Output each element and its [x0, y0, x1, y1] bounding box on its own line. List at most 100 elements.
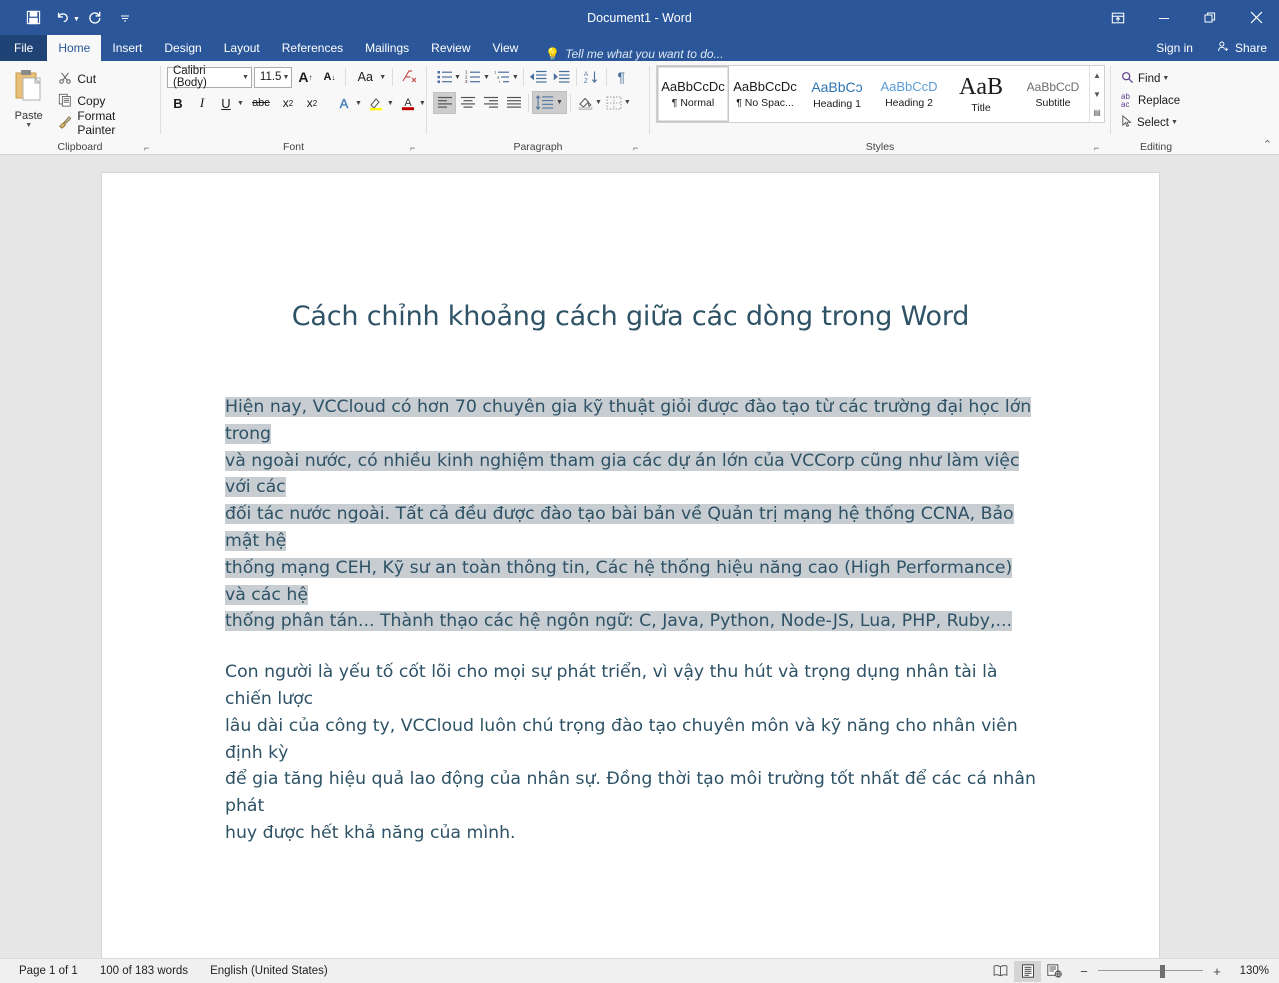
bold-icon[interactable]: B	[167, 92, 189, 114]
customize-qat-icon[interactable]	[110, 5, 140, 31]
find-dropdown-icon[interactable]: ▼	[1162, 75, 1169, 82]
styles-scroll-down-icon[interactable]: ▼	[1090, 86, 1104, 103]
text-effects-icon[interactable]: A	[333, 92, 355, 114]
restore-icon[interactable]	[1187, 0, 1233, 35]
read-mode-icon[interactable]	[987, 961, 1014, 982]
minimize-icon[interactable]	[1141, 0, 1187, 35]
justify-icon[interactable]	[502, 92, 525, 114]
collapse-ribbon-icon[interactable]: ⌃	[1263, 138, 1272, 151]
tab-mailings[interactable]: Mailings	[354, 35, 420, 61]
save-icon[interactable]	[18, 5, 48, 31]
language-status[interactable]: English (United States)	[199, 965, 339, 977]
style-no-spacing[interactable]: AaBbCcDc ¶ No Spac...	[729, 66, 801, 122]
print-layout-icon[interactable]	[1014, 960, 1041, 982]
show-formatting-marks-icon[interactable]: ¶	[610, 66, 633, 88]
tab-file[interactable]: File	[0, 35, 48, 61]
styles-more-icon[interactable]: ▤	[1090, 104, 1104, 121]
select-dropdown-icon[interactable]: ▼	[1171, 119, 1178, 126]
word-count-status[interactable]: 100 of 183 words	[89, 965, 199, 977]
text-effects-dropdown-icon[interactable]: ▼	[355, 100, 362, 107]
page-number-status[interactable]: Page 1 of 1	[8, 965, 89, 977]
document-area[interactable]: Cách chỉnh khoảng cách giữa các dòng tro…	[0, 155, 1279, 958]
decrease-indent-icon[interactable]	[527, 66, 550, 88]
clear-formatting-icon[interactable]	[398, 66, 420, 88]
cut-button[interactable]: Cut	[55, 69, 154, 89]
zoom-out-button[interactable]: −	[1078, 964, 1090, 979]
redo-icon[interactable]	[80, 5, 110, 31]
numbering-icon[interactable]: 1 2 3	[462, 66, 485, 88]
format-painter-button[interactable]: Format Painter	[55, 109, 154, 137]
find-button[interactable]: Find ▼	[1121, 68, 1180, 89]
increase-indent-icon[interactable]	[550, 66, 573, 88]
borders-icon[interactable]	[603, 92, 626, 114]
font-color-dropdown-icon[interactable]: ▼	[419, 100, 426, 107]
share-button[interactable]: Share	[1204, 35, 1279, 61]
styles-scroll-up-icon[interactable]: ▲	[1090, 67, 1104, 84]
select-button[interactable]: Select ▼	[1121, 112, 1180, 133]
line-and-paragraph-spacing-icon[interactable]: ▼	[532, 91, 567, 114]
grow-font-icon[interactable]: A ↑	[294, 66, 316, 88]
underline-icon[interactable]: U	[215, 92, 237, 114]
superscript-icon[interactable]: x2	[301, 92, 323, 114]
clipboard-dialog-launcher[interactable]: ⌐	[144, 142, 156, 154]
style-heading-2[interactable]: AaBbCcD Heading 2	[873, 66, 945, 122]
tab-review[interactable]: Review	[420, 35, 481, 61]
font-size-combobox[interactable]: 11.5 ▼	[253, 66, 293, 88]
zoom-slider[interactable]	[1098, 964, 1203, 978]
style-title[interactable]: AaB Title	[945, 66, 1017, 122]
multilevel-list-icon[interactable]: 1 a i	[491, 66, 514, 88]
line-spacing-dropdown-icon[interactable]: ▼	[556, 99, 563, 106]
tab-insert[interactable]: Insert	[101, 35, 153, 61]
paragraph-dialog-launcher[interactable]: ⌐	[633, 142, 645, 154]
shading-icon[interactable]	[574, 92, 597, 114]
font-name-combobox[interactable]: Calibri (Body) ▼	[167, 65, 252, 89]
numbering-dropdown-icon[interactable]: ▼	[483, 74, 490, 81]
subscript-icon[interactable]: x2	[277, 92, 299, 114]
ribbon-display-options-icon[interactable]	[1095, 0, 1141, 35]
paragraph-1[interactable]: Hiện nay, VCCloud có hơn 70 chuyên gia k…	[225, 394, 1036, 635]
align-right-icon[interactable]	[479, 92, 502, 114]
zoom-slider-thumb[interactable]	[1160, 965, 1165, 978]
style-subtitle[interactable]: AaBbCcD Subtitle	[1017, 66, 1089, 122]
italic-icon[interactable]: I	[191, 92, 213, 114]
highlight-dropdown-icon[interactable]: ▼	[387, 100, 394, 107]
web-layout-icon[interactable]	[1041, 961, 1068, 982]
tab-layout[interactable]: Layout	[213, 35, 271, 61]
align-center-icon[interactable]	[456, 92, 479, 114]
bullets-dropdown-icon[interactable]: ▼	[454, 74, 461, 81]
strikethrough-icon[interactable]: abc	[247, 92, 275, 114]
tab-references[interactable]: References	[271, 35, 354, 61]
tab-view[interactable]: View	[482, 35, 530, 61]
underline-dropdown-icon[interactable]: ▼	[237, 100, 244, 107]
chevron-down-icon[interactable]: ▼	[242, 74, 249, 81]
styles-dialog-launcher[interactable]: ⌐	[1094, 142, 1106, 154]
tab-home[interactable]: Home	[47, 35, 102, 61]
sign-in-button[interactable]: Sign in	[1144, 41, 1205, 55]
document-page[interactable]: Cách chỉnh khoảng cách giữa các dòng tro…	[101, 172, 1160, 958]
paste-button[interactable]: Paste ▼	[6, 66, 51, 129]
chevron-down-icon[interactable]: ▼	[283, 74, 290, 81]
style-normal[interactable]: AaBbCcDc ¶ Normal	[657, 66, 729, 122]
paragraph-2[interactable]: Con người là yếu tố cốt lõi cho mọi sự p…	[225, 659, 1036, 847]
shading-dropdown-icon[interactable]: ▼	[595, 99, 602, 106]
tab-design[interactable]: Design	[153, 35, 212, 61]
text-highlight-color-icon[interactable]	[365, 92, 387, 114]
tell-me-search[interactable]: 💡 Tell me what you want to do...	[545, 47, 723, 61]
align-left-icon[interactable]	[433, 91, 456, 114]
font-color-icon[interactable]: A	[397, 92, 419, 114]
paste-dropdown-icon[interactable]: ▼	[25, 122, 32, 129]
change-case-icon[interactable]: Aa	[351, 66, 379, 88]
zoom-level-label[interactable]: 130%	[1231, 965, 1269, 977]
shrink-font-icon[interactable]: A ↓	[318, 66, 340, 88]
close-icon[interactable]	[1233, 0, 1279, 35]
change-case-dropdown-icon[interactable]: ▼	[379, 74, 386, 81]
zoom-in-button[interactable]: +	[1211, 964, 1223, 979]
font-dialog-launcher[interactable]: ⌐	[410, 142, 422, 154]
bullets-icon[interactable]	[433, 66, 456, 88]
multilevel-dropdown-icon[interactable]: ▼	[512, 74, 519, 81]
undo-dropdown-icon[interactable]: ▼	[73, 16, 80, 23]
copy-button[interactable]: Copy	[55, 91, 154, 111]
sort-icon[interactable]: A Z	[580, 66, 603, 88]
style-heading-1[interactable]: AaBbCɔ Heading 1	[801, 66, 873, 122]
borders-dropdown-icon[interactable]: ▼	[624, 99, 631, 106]
